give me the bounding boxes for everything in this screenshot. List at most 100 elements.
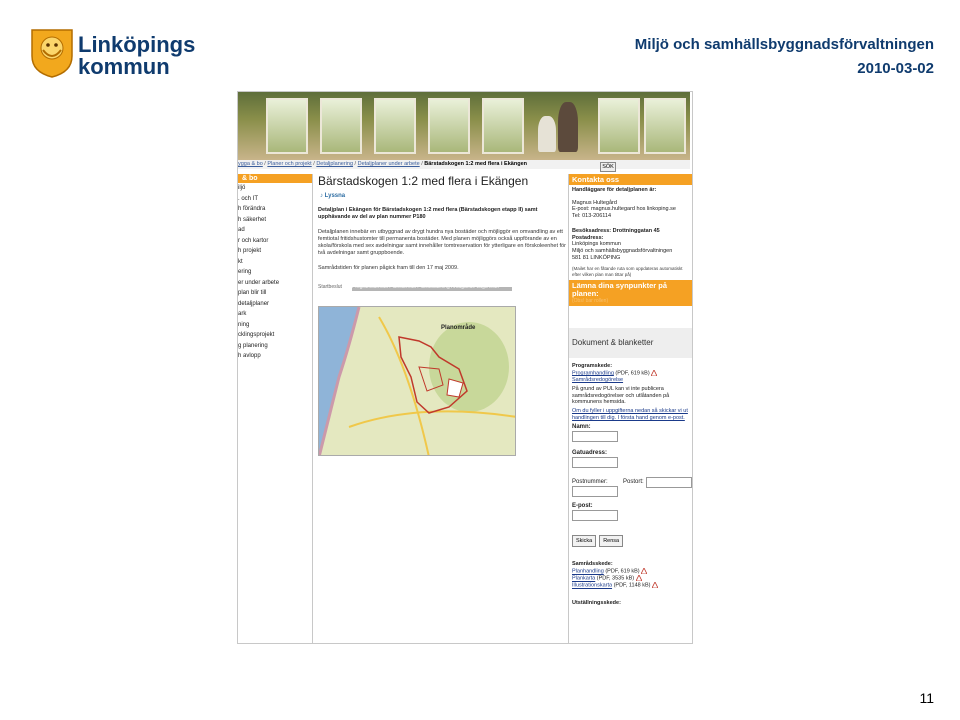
email-label: E-post:: [572, 503, 593, 510]
logo-line-2: kommun: [78, 54, 170, 79]
postal-line: 581 81 LINKÖPING: [572, 254, 621, 261]
name-field[interactable]: [572, 431, 618, 443]
nav-item[interactable]: cklingsprojekt: [238, 330, 312, 341]
organisation-name: Miljö och samhällsbyggnadsförvaltningen: [634, 36, 934, 53]
document-meta: (PDF, 1148 kB): [613, 582, 651, 589]
slide-date: 2010-03-02: [857, 60, 934, 77]
right-sidebar: Kontakta oss Handläggare för detaljplane…: [568, 174, 692, 643]
nav-item[interactable]: . och IT: [238, 194, 312, 205]
documents-heading: Dokument & blanketter: [569, 328, 692, 359]
breadcrumb-current: Bärstadskogen 1:2 med flera i Ekängen: [424, 161, 527, 167]
nav-item[interactable]: ning: [238, 320, 312, 331]
consultation-note: Samrådstiden för planen pågick fram till…: [318, 265, 459, 271]
left-navigation: & bo iljö . och IT h förändra h säkerhet…: [238, 174, 313, 643]
nav-item[interactable]: detaljplaner: [238, 299, 312, 310]
plan-intro: Detaljplan i Ekängen för Bärstadskogen 1…: [318, 207, 538, 220]
feedback-subtitle: (Obs! bar rollen): [572, 298, 609, 305]
plan-description: Detaljplanen innebär en utbyggnad av dry…: [318, 229, 566, 256]
document-link[interactable]: Programhandling: [572, 370, 614, 376]
document-link[interactable]: Samrådsredogörelse: [572, 377, 623, 383]
clear-button[interactable]: Rensa: [599, 535, 624, 548]
photo-person: [558, 102, 578, 152]
document-meta: (PDF, 3535 kB): [596, 575, 635, 582]
street-field[interactable]: [572, 457, 618, 469]
breadcrumb-item[interactable]: ygga & bo: [238, 161, 263, 167]
exhibition-heading: Utställningsskede:: [572, 599, 621, 606]
pdf-icon: [651, 370, 658, 377]
document-link[interactable]: Illustrationskarta: [572, 583, 612, 589]
postal-code-label: Postnummer:: [572, 479, 608, 486]
nav-item[interactable]: h projekt: [238, 246, 312, 257]
header-photo: [238, 92, 690, 160]
nav-item[interactable]: g planering: [238, 341, 312, 352]
nav-item[interactable]: iljö: [238, 183, 312, 194]
consultation-heading: Samrådsskede:: [572, 561, 613, 568]
slide-number: 11: [919, 690, 934, 706]
nav-item[interactable]: h förändra: [238, 204, 312, 215]
plan-area-map: Planområde: [318, 306, 516, 456]
contact-note: (Mailet har en fåtande ruta som uppdater…: [572, 266, 683, 277]
program-heading: Programskede:: [572, 363, 613, 370]
city-label: Postort:: [623, 479, 644, 486]
search-button[interactable]: SÖK: [600, 162, 616, 172]
nav-item[interactable]: r och kartor: [238, 236, 312, 247]
document-row: Illustrationskarta (PDF, 1148 kB): [569, 582, 692, 589]
logo-line-1: Linköpings: [78, 32, 196, 57]
nav-item[interactable]: ark: [238, 309, 312, 320]
webpage-screenshot: ygga & bo / Planer och projekt / Detaljp…: [237, 91, 693, 644]
nav-item[interactable]: ad: [238, 225, 312, 236]
contact-phone: Tel: 013-206114: [572, 213, 612, 220]
nav-item[interactable]: h avlopp: [238, 351, 312, 362]
document-meta: (PDF, 619 kB): [605, 568, 640, 575]
photo-person: [538, 116, 556, 152]
timeline-steps: Programsamråd Plansamråd Planutställning…: [352, 284, 499, 290]
name-label: Namn:: [572, 424, 591, 431]
feedback-box[interactable]: Lämna dina synpunkter på planen: (Obs! b…: [569, 280, 692, 307]
visit-address: Besöksadress: Drottninggatan 45: [572, 227, 660, 234]
form-buttons: Skicka Rensa: [572, 535, 692, 548]
document-row: Planhandling (PDF, 619 kB): [569, 568, 692, 575]
breadcrumb-item[interactable]: Detaljplaner under arbete: [358, 161, 420, 167]
street-label: Gatuadress:: [572, 450, 608, 457]
speaker-icon: ♪: [320, 193, 323, 199]
send-button[interactable]: Skicka: [572, 535, 597, 548]
lion-crest-icon: [31, 29, 73, 78]
nav-item[interactable]: plan blir till: [238, 288, 312, 299]
pul-link[interactable]: Om du fyller i uppgifterna nedan så skic…: [569, 408, 692, 421]
pdf-icon: [635, 575, 642, 582]
main-content: Bärstadskogen 1:2 med flera i Ekängen ♪ …: [316, 174, 566, 643]
postal-row: Postnummer: Postort:: [569, 476, 692, 498]
breadcrumb-item[interactable]: Detaljplanering: [316, 161, 353, 167]
contact-email[interactable]: E-post: magnus.hultegard hos linkoping.s…: [569, 206, 692, 213]
listen-label: Lyssna: [324, 193, 346, 199]
document-link[interactable]: Plankarta: [572, 576, 595, 582]
timeline-start: Startbeslut: [318, 284, 342, 290]
city-field[interactable]: [645, 477, 692, 489]
pul-note: På grund av PUL kan vi inte publicera sa…: [572, 385, 670, 406]
document-link[interactable]: Planhandling: [572, 569, 604, 575]
breadcrumb: ygga & bo / Planer och projekt / Detaljp…: [238, 160, 690, 169]
listen-button[interactable]: ♪ Lyssna: [320, 193, 566, 199]
postal-heading: Postadress:: [572, 234, 604, 241]
nav-item[interactable]: ering: [238, 267, 312, 278]
plan-timeline: Startbeslut Programsamråd Plansamråd Pla…: [318, 284, 518, 294]
postal-line: Miljö och samhällsbyggnadsförvaltningen: [572, 247, 673, 254]
linkoping-logo: Linköpings kommun: [28, 26, 195, 82]
email-field[interactable]: [572, 510, 618, 522]
page-title: Bärstadskogen 1:2 med flera i Ekängen: [318, 174, 529, 188]
pdf-icon: [641, 568, 648, 575]
postal-code-field[interactable]: [572, 486, 618, 498]
contact-heading: Kontakta oss: [569, 174, 692, 185]
nav-item[interactable]: er under arbete: [238, 278, 312, 289]
document-row: Samrådsredogörelse: [569, 377, 692, 384]
nav-item[interactable]: h säkerhet: [238, 215, 312, 226]
breadcrumb-item[interactable]: Planer och projekt: [267, 161, 311, 167]
pdf-icon: [652, 582, 658, 589]
postal-line: Linköpings kommun: [572, 241, 621, 248]
contact-name: Magnus Hultegård: [572, 199, 617, 206]
nav-item[interactable]: kt: [238, 257, 312, 268]
document-row: Plankarta (PDF, 3535 kB): [569, 575, 692, 582]
map-label: Planområde: [441, 325, 476, 331]
nav-head[interactable]: & bo: [238, 174, 312, 183]
document-meta: (PDF, 619 kB): [615, 370, 650, 377]
